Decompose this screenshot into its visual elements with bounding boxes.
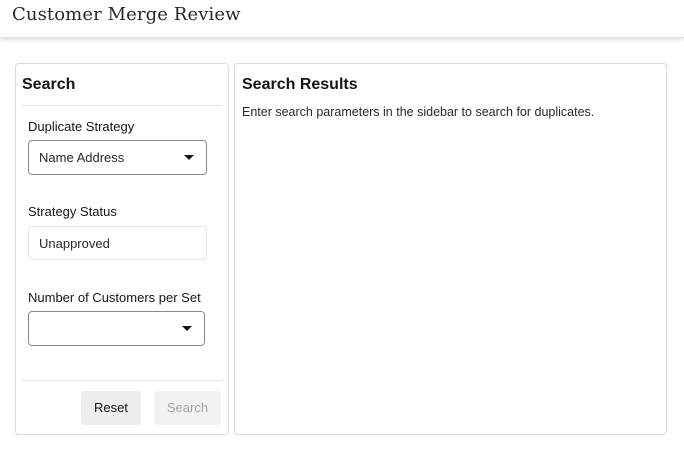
strategy-status-field: Unapproved	[28, 226, 207, 260]
sidebar-divider-bottom	[22, 380, 222, 381]
page-title: Customer Merge Review	[12, 4, 241, 25]
search-sidebar: Search Duplicate Strategy Name Address S…	[15, 63, 229, 435]
duplicate-strategy-label: Duplicate Strategy	[28, 119, 135, 134]
results-empty-message: Enter search parameters in the sidebar t…	[242, 105, 595, 119]
results-heading: Search Results	[242, 76, 358, 93]
sidebar-divider-top	[22, 105, 222, 106]
strategy-status-label: Strategy Status	[28, 204, 117, 219]
strategy-status-value: Unapproved	[39, 236, 110, 251]
customers-per-set-label: Number of Customers per Set	[28, 290, 201, 305]
duplicate-strategy-select[interactable]: Name Address	[28, 140, 207, 175]
sidebar-heading: Search	[22, 76, 76, 93]
duplicate-strategy-value: Name Address	[39, 150, 125, 165]
search-button[interactable]: Search	[154, 391, 221, 425]
customers-per-set-select[interactable]	[28, 311, 205, 346]
reset-button[interactable]: Reset	[81, 391, 141, 425]
search-results-panel: Search Results Enter search parameters i…	[234, 63, 667, 435]
app-header: Customer Merge Review	[0, 0, 684, 38]
chevron-down-icon	[182, 326, 192, 331]
chevron-down-icon	[184, 155, 194, 160]
